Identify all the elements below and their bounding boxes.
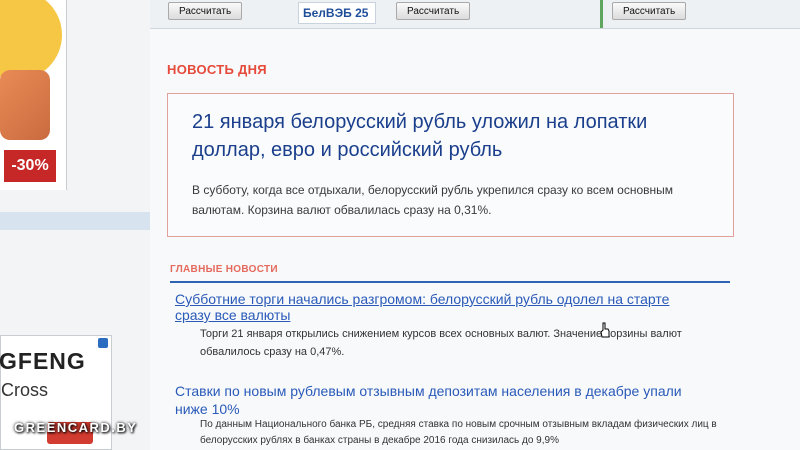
calculate-button-1[interactable]: Рассчитать [168, 2, 243, 20]
calculate-button-2[interactable]: Рассчитать [396, 2, 471, 20]
ad-model-text: Cross [1, 380, 49, 400]
gift-bundle-graphic [0, 70, 50, 140]
main-news-heading: ГЛАВНЫЕ НОВОСТИ [170, 264, 278, 275]
main-content: Рассчитать БелВЭБ 25 Рассчитать Рассчита… [150, 0, 800, 450]
watermark-text: GREENCARD.BY [14, 420, 138, 435]
bank-logo[interactable]: БелВЭБ 25 [298, 2, 376, 24]
main-news-divider [170, 281, 730, 283]
ad-brand-text: GFENG [0, 348, 86, 374]
calculate-button-3[interactable]: Рассчитать [612, 2, 687, 20]
news-item-1-desc: Торги 21 января открылись снижением курс… [200, 328, 682, 358]
calculator-strip: Рассчитать БелВЭБ 25 Рассчитать Рассчита… [150, 0, 800, 29]
top-left-ad-banner[interactable]: -30% [0, 0, 67, 190]
news-item-2-desc: По данным Национального банка РБ, средня… [200, 419, 717, 446]
news-item-2-title[interactable]: Ставки по новым рублевым отзывным депози… [175, 382, 695, 418]
news-of-day-headline[interactable]: 21 января белорусский рубль уложил на ло… [192, 108, 712, 164]
left-blue-bar [0, 212, 150, 230]
news-item-1-title[interactable]: Субботние торги начались разгромом: бело… [175, 291, 695, 323]
discount-badge: -30% [4, 150, 56, 182]
green-divider [600, 0, 603, 28]
hand-cursor-icon [600, 322, 610, 338]
left-ad-column: -30% GFENG Cross [0, 0, 150, 450]
news-of-day-heading: НОВОСТЬ ДНЯ [167, 62, 267, 77]
ad-choices-icon[interactable] [98, 338, 108, 348]
news-of-day-lead: В субботу, когда все отдыхали, белорусск… [192, 183, 674, 217]
news-of-day-box: 21 января белорусский рубль уложил на ло… [167, 93, 734, 237]
balloon-graphic [0, 0, 62, 80]
